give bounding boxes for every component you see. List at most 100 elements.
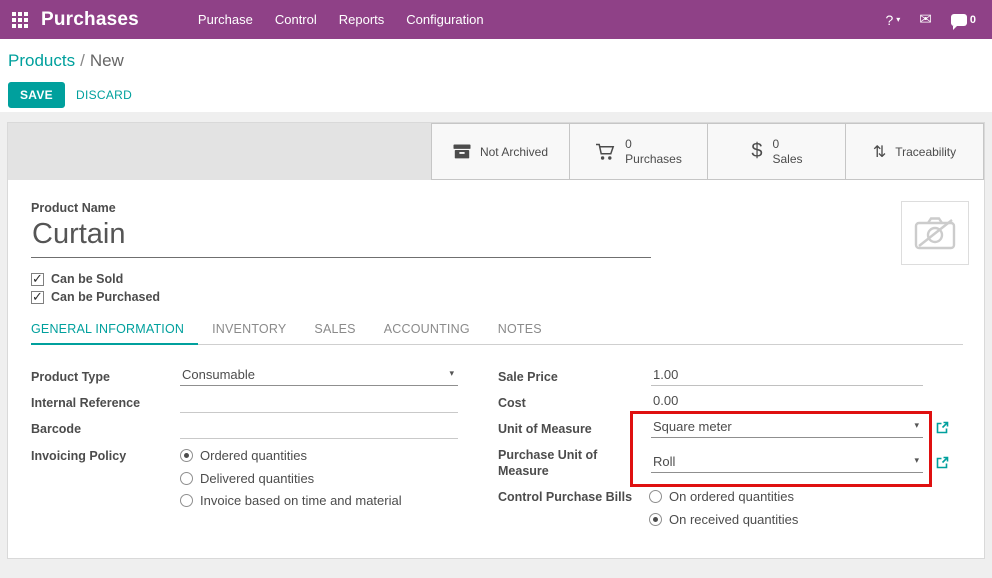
unit-of-measure-label: Unit of Measure (498, 422, 592, 438)
sales-stat-button[interactable]: $ 0 Sales (707, 123, 846, 180)
radio-on-received-quantities[interactable]: On received quantities (649, 512, 798, 527)
radio-ordered-quantities[interactable]: Ordered quantities (180, 448, 307, 463)
checkbox-icon (31, 273, 44, 286)
product-name-input[interactable] (31, 216, 651, 258)
camera-icon (913, 215, 957, 251)
product-name-label: Product Name (31, 201, 116, 217)
product-type-label: Product Type (31, 370, 110, 386)
archive-icon (453, 144, 471, 159)
purchases-stat-label: Purchases (625, 152, 682, 166)
unit-of-measure-value: Square meter (653, 419, 732, 434)
purchase-unit-of-measure-label: Purchase Unit of Measure (498, 448, 610, 479)
radio-label: On ordered quantities (669, 489, 794, 504)
sales-stat-label: Sales (772, 152, 802, 166)
tab-inventory[interactable]: INVENTORY (198, 322, 300, 344)
internal-reference-label: Internal Reference (31, 396, 140, 412)
internal-reference-input[interactable] (180, 393, 458, 413)
top-menu: Purchase Control Reports Configuration (187, 0, 495, 39)
cost-value: 0.00 (653, 393, 678, 408)
breadcrumb-separator: / (80, 51, 85, 70)
archive-status-label: Not Archived (480, 145, 548, 159)
discard-button[interactable]: DISCARD (66, 82, 142, 108)
purchases-count: 0 (625, 137, 682, 151)
radio-on-ordered-quantities[interactable]: On ordered quantities (649, 489, 794, 504)
menu-item-purchase[interactable]: Purchase (187, 0, 264, 39)
unit-of-measure-select[interactable]: Square meter ▾ (651, 418, 923, 438)
radio-icon (180, 449, 193, 462)
radio-icon (180, 494, 193, 507)
menu-item-reports[interactable]: Reports (328, 0, 396, 39)
can-be-sold-label: Can be Sold (51, 272, 123, 286)
radio-invoice-time-material[interactable]: Invoice based on time and material (180, 493, 402, 508)
cost-input[interactable]: 0.00 (651, 392, 923, 412)
tab-general-information[interactable]: GENERAL INFORMATION (31, 322, 198, 345)
can-be-purchased-label: Can be Purchased (51, 290, 160, 304)
traceability-arrows-icon: ⇅ (873, 142, 886, 161)
cost-label: Cost (498, 396, 526, 412)
app-title[interactable]: Purchases (41, 9, 139, 31)
save-button[interactable]: SAVE (8, 82, 65, 108)
sale-price-value: 1.00 (653, 367, 678, 382)
messages-button[interactable]: 0 (951, 14, 976, 26)
traceability-label: Traceability (895, 145, 956, 159)
dropdown-caret-icon: ▾ (914, 421, 919, 431)
radio-label: Invoice based on time and material (200, 493, 402, 508)
breadcrumb-products-link[interactable]: Products (8, 51, 75, 70)
control-purchase-bills-label: Control Purchase Bills (498, 490, 632, 506)
product-type-value: Consumable (182, 367, 255, 382)
help-menu-button[interactable]: ? ▾ (885, 12, 900, 28)
notebook-tabs: GENERAL INFORMATION INVENTORY SALES ACCO… (31, 322, 963, 345)
stat-button-box: Not Archived 0 Purchases (432, 123, 984, 180)
radio-label: Delivered quantities (200, 471, 314, 486)
odoo-purchases-window: Purchases Purchase Control Reports Confi… (0, 0, 992, 578)
tab-sales[interactable]: SALES (300, 322, 369, 344)
radio-delivered-quantities[interactable]: Delivered quantities (180, 471, 314, 486)
message-count: 0 (970, 14, 976, 26)
envelope-icon[interactable]: ✉ (919, 12, 932, 27)
content-area: Not Archived 0 Purchases (0, 112, 992, 578)
product-image-placeholder[interactable] (901, 201, 969, 265)
traceability-button[interactable]: ⇅ Traceability (845, 123, 984, 180)
chevron-down-icon: ▾ (896, 15, 900, 24)
invoicing-policy-label: Invoicing Policy (31, 449, 126, 465)
purchases-stat-button[interactable]: 0 Purchases (569, 123, 708, 180)
breadcrumb: Products / New (8, 51, 124, 71)
purchase-unit-of-measure-value: Roll (653, 454, 675, 469)
sale-price-input[interactable]: 1.00 (651, 366, 923, 386)
tab-notes[interactable]: NOTES (484, 322, 556, 344)
purchase-unit-of-measure-select[interactable]: Roll ▾ (651, 453, 923, 473)
radio-label: Ordered quantities (200, 448, 307, 463)
menu-item-configuration[interactable]: Configuration (395, 0, 494, 39)
radio-icon (649, 490, 662, 503)
cart-icon (595, 143, 616, 161)
apps-grid-icon (12, 12, 28, 28)
external-link-icon[interactable] (936, 421, 949, 434)
sheet-header-strip: Not Archived 0 Purchases (8, 123, 984, 180)
radio-label: On received quantities (669, 512, 798, 527)
product-type-select[interactable]: Consumable ▾ (180, 366, 458, 386)
topbar-right-icons: ? ▾ ✉ 0 (885, 12, 992, 28)
control-panel: Products / New SAVE DISCARD (0, 39, 992, 112)
tab-accounting[interactable]: ACCOUNTING (370, 322, 484, 344)
barcode-label: Barcode (31, 422, 81, 438)
can-be-purchased-checkbox[interactable]: Can be Purchased (31, 290, 160, 304)
dropdown-caret-icon: ▾ (449, 369, 454, 379)
form-sheet: Not Archived 0 Purchases (7, 122, 985, 559)
sales-count: 0 (772, 137, 802, 151)
archive-status-button[interactable]: Not Archived (431, 123, 570, 180)
help-icon: ? (885, 12, 893, 28)
can-be-sold-checkbox[interactable]: Can be Sold (31, 272, 123, 286)
apps-menu-button[interactable] (12, 12, 28, 28)
menu-item-control[interactable]: Control (264, 0, 328, 39)
checkbox-icon (31, 291, 44, 304)
speech-bubble-icon (951, 14, 967, 26)
breadcrumb-current: New (90, 51, 124, 70)
radio-icon (649, 513, 662, 526)
sale-price-label: Sale Price (498, 370, 558, 386)
top-navbar: Purchases Purchase Control Reports Confi… (0, 0, 992, 39)
barcode-input[interactable] (180, 419, 458, 439)
dropdown-caret-icon: ▾ (914, 456, 919, 466)
external-link-icon[interactable] (936, 456, 949, 469)
dollar-icon: $ (750, 140, 763, 163)
radio-icon (180, 472, 193, 485)
